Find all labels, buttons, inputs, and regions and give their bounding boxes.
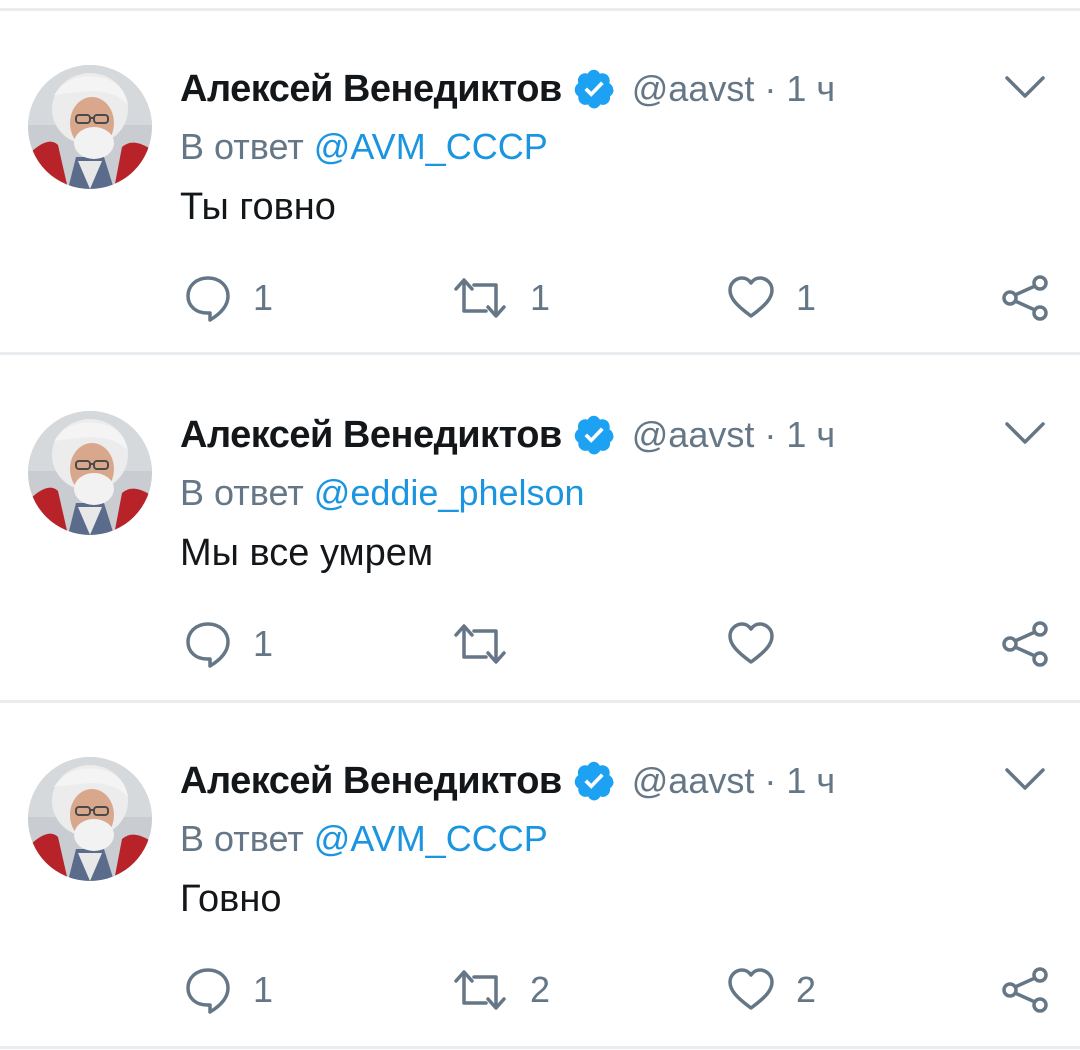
- share-button[interactable]: [1000, 616, 1050, 672]
- reply-button[interactable]: 1: [183, 616, 273, 672]
- separator: [0, 1046, 1080, 1049]
- tweet-header: Алексей Венедиктов @aavst · 1 ч: [180, 410, 835, 460]
- separator-dot: ·: [764, 760, 777, 801]
- reply-mention-link[interactable]: @AVM_CCCP: [314, 818, 548, 859]
- speech-bubble-icon: [183, 273, 233, 323]
- reply-prefix: В ответ: [180, 126, 304, 167]
- verified-badge-icon: [572, 67, 616, 111]
- reply-count: 1: [253, 623, 274, 664]
- share-nodes-icon: [1000, 273, 1050, 323]
- retweet-arrows-icon: [450, 619, 510, 669]
- reply-mention-link[interactable]: @eddie_phelson: [314, 472, 585, 513]
- tweet-text: Говно: [180, 878, 282, 920]
- reply-context: В ответ @AVM_CCCP: [180, 126, 548, 168]
- share-button[interactable]: [1000, 270, 1050, 326]
- like-button[interactable]: [726, 616, 796, 672]
- speech-bubble-icon: [183, 619, 233, 669]
- tweet-1[interactable]: Алексей Венедиктов @aavst · 1 ч В ответ …: [0, 12, 1080, 352]
- tweet-2[interactable]: Алексей Венедиктов @aavst · 1 ч В ответ …: [0, 358, 1080, 698]
- heart-outline-icon: [726, 619, 776, 669]
- retweet-button[interactable]: [450, 616, 530, 672]
- action-bar: 1 1 1: [0, 270, 1080, 326]
- author-name[interactable]: Алексей Венедиктов: [180, 414, 562, 457]
- chevron-down-icon[interactable]: [1003, 418, 1047, 448]
- action-bar: 1: [0, 616, 1080, 672]
- like-button[interactable]: 1: [726, 270, 816, 326]
- reply-count: 1: [253, 969, 274, 1010]
- reply-mention-link[interactable]: @AVM_CCCP: [314, 126, 548, 167]
- avatar[interactable]: [28, 65, 152, 189]
- chevron-down-icon[interactable]: [1003, 764, 1047, 794]
- tweet-header: Алексей Венедиктов @aavst · 1 ч: [180, 756, 835, 806]
- heart-outline-icon: [726, 273, 776, 323]
- retweet-button[interactable]: 1: [450, 270, 550, 326]
- tweet-header: Алексей Венедиктов @aavst · 1 ч: [180, 64, 835, 114]
- author-handle[interactable]: @aavst: [632, 760, 755, 802]
- reply-button[interactable]: 1: [183, 962, 273, 1018]
- action-bar: 1 2 2: [0, 962, 1080, 1018]
- heart-outline-icon: [726, 965, 776, 1015]
- timestamp[interactable]: 1 ч: [786, 414, 835, 456]
- reply-prefix: В ответ: [180, 818, 304, 859]
- author-handle[interactable]: @aavst: [632, 68, 755, 110]
- retweet-count: 2: [530, 969, 551, 1010]
- share-button[interactable]: [1000, 962, 1050, 1018]
- timestamp[interactable]: 1 ч: [786, 68, 835, 110]
- reply-button[interactable]: 1: [183, 270, 273, 326]
- separator-dot: ·: [764, 414, 777, 455]
- retweet-button[interactable]: 2: [450, 962, 550, 1018]
- tweet-feed: Алексей Венедиктов @aavst · 1 ч В ответ …: [0, 0, 1080, 1050]
- reply-context: В ответ @AVM_CCCP: [180, 818, 548, 860]
- speech-bubble-icon: [183, 965, 233, 1015]
- separator: [0, 8, 1080, 11]
- share-nodes-icon: [1000, 965, 1050, 1015]
- separator-dot: ·: [764, 68, 777, 109]
- share-nodes-icon: [1000, 619, 1050, 669]
- verified-badge-icon: [572, 759, 616, 803]
- retweet-arrows-icon: [450, 965, 510, 1015]
- separator: [0, 352, 1080, 355]
- like-count: 1: [796, 277, 817, 318]
- tweet-3[interactable]: Алексей Венедиктов @aavst · 1 ч В ответ …: [0, 704, 1080, 1044]
- chevron-down-icon[interactable]: [1003, 72, 1047, 102]
- retweet-arrows-icon: [450, 273, 510, 323]
- author-name[interactable]: Алексей Венедиктов: [180, 68, 562, 111]
- reply-context: В ответ @eddie_phelson: [180, 472, 585, 514]
- like-button[interactable]: 2: [726, 962, 816, 1018]
- reply-count: 1: [253, 277, 274, 318]
- timestamp[interactable]: 1 ч: [786, 760, 835, 802]
- avatar[interactable]: [28, 757, 152, 881]
- tweet-text: Мы все умрем: [180, 532, 434, 574]
- like-count: 2: [796, 969, 817, 1010]
- tweet-text: Ты говно: [180, 186, 336, 228]
- author-handle[interactable]: @aavst: [632, 414, 755, 456]
- retweet-count: 1: [530, 277, 551, 318]
- avatar[interactable]: [28, 411, 152, 535]
- verified-badge-icon: [572, 413, 616, 457]
- separator: [0, 700, 1080, 703]
- reply-prefix: В ответ: [180, 472, 304, 513]
- author-name[interactable]: Алексей Венедиктов: [180, 760, 562, 803]
